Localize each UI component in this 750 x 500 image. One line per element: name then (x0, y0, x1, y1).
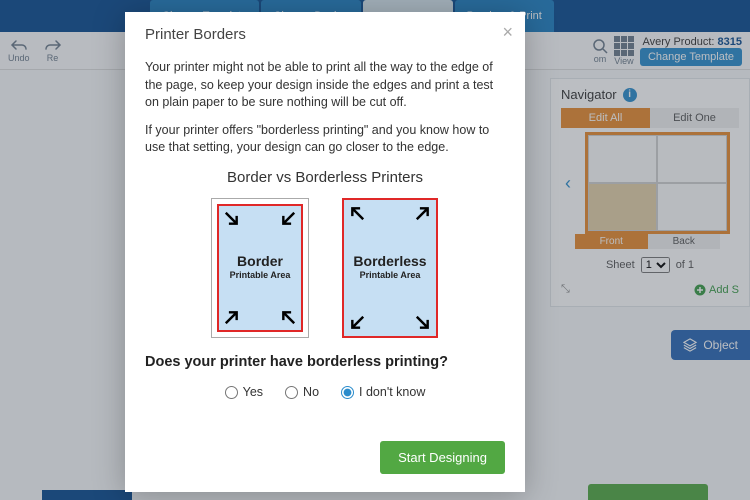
borderless-diagram: Borderless Printable Area (341, 198, 439, 338)
arrow-icon (407, 197, 438, 228)
app-root: Choose Template Choose Design Preview & … (0, 0, 750, 500)
arrow-icon (272, 301, 303, 332)
compare-heading: Border vs Borderless Printers (145, 167, 505, 188)
radio-no[interactable]: No (285, 384, 319, 402)
close-icon[interactable]: × (502, 22, 513, 43)
modal-paragraph-1: Your printer might not be able to print … (145, 59, 505, 112)
radio-group: Yes No I don't know (145, 384, 505, 402)
borderless-label: Borderless (353, 254, 426, 269)
radio-no-label: No (303, 384, 319, 402)
modal-question: Does your printer have borderless printi… (145, 352, 505, 372)
radio-idk-label: I don't know (359, 384, 425, 402)
radio-idk[interactable]: I don't know (341, 384, 425, 402)
printer-borders-modal: Printer Borders × Your printer might not… (125, 12, 525, 492)
radio-yes[interactable]: Yes (225, 384, 263, 402)
modal-title: Printer Borders (145, 26, 505, 43)
modal-paragraph-2: If your printer offers "borderless print… (145, 122, 505, 157)
border-diagram: Border Printable Area (211, 198, 309, 338)
arrow-icon (216, 203, 247, 234)
borderless-sub: Printable Area (360, 269, 421, 282)
arrow-icon (216, 301, 247, 332)
border-label: Border (237, 254, 283, 269)
arrow-icon (407, 307, 438, 338)
arrow-icon (272, 203, 303, 234)
arrow-icon (341, 307, 372, 338)
radio-yes-label: Yes (243, 384, 263, 402)
diagram-row: Border Printable Area Borderless Printab… (145, 198, 505, 338)
border-sub: Printable Area (230, 269, 291, 282)
arrow-icon (341, 197, 372, 228)
start-designing-button[interactable]: Start Designing (380, 441, 505, 474)
